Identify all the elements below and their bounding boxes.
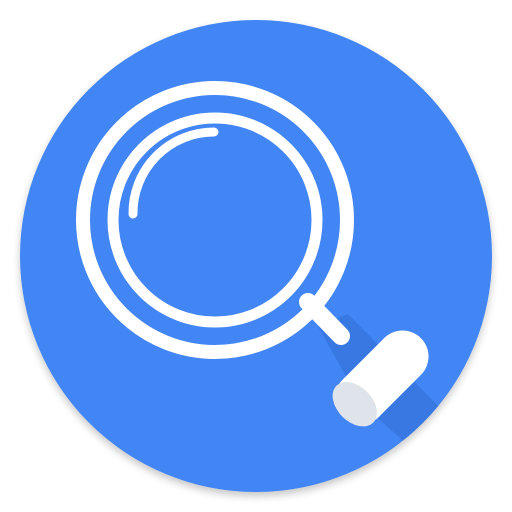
app-icon[interactable] — [0, 0, 512, 512]
magnifying-glass-icon — [20, 20, 492, 492]
